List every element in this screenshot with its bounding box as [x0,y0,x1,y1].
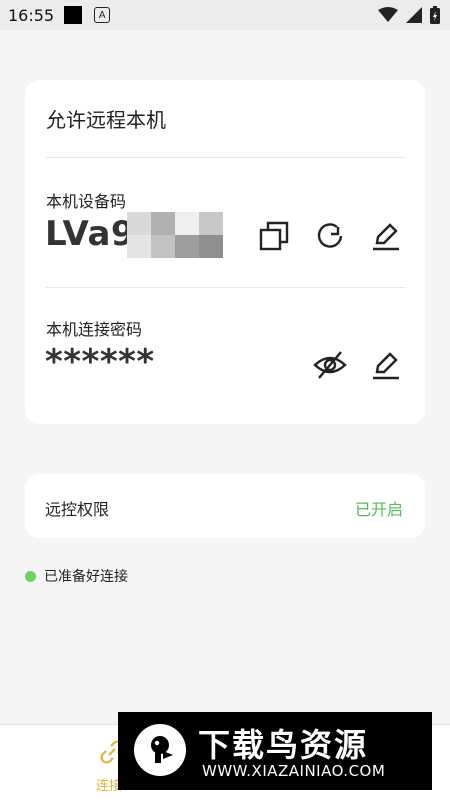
edit-password-button[interactable] [369,348,403,382]
password-label: 本机连接密码 [46,320,143,339]
signal-icon [406,7,422,23]
refresh-icon [317,223,343,248]
device-code-value: LVa9 [45,214,136,254]
device-info-card: 允许远程本机 本机设备码 LVa9 本机连接密码 ****** [25,80,425,424]
watermark-bird-logo-icon [134,724,186,776]
edit-icon [373,352,399,380]
device-code-label: 本机设备码 [46,192,127,211]
divider [46,157,405,158]
status-bar: 16:55 A [0,0,450,30]
eye-off-icon [313,351,347,379]
watermark-url: WWW.XIAZAINIAO.COM [202,762,386,780]
permission-label: 远控权限 [45,500,110,519]
watermark-title: 下载鸟资源 [198,726,369,764]
permission-status[interactable]: 已开启 [355,496,403,520]
toggle-password-visibility-button[interactable] [313,348,347,382]
copy-button[interactable] [257,219,291,253]
copy-icon [259,221,289,251]
status-dot-icon [25,570,36,582]
system-icons [378,6,440,24]
device-code-mosaic [127,212,223,258]
refresh-button[interactable] [313,219,347,253]
watermark-banner: 下载鸟资源 WWW.XIAZAINIAO.COM [118,712,432,790]
divider [46,287,405,288]
notification-square-icon [64,6,83,24]
accessibility-a-icon: A [94,7,111,23]
wifi-icon [378,7,398,22]
card-title: 允许远程本机 [46,108,166,132]
remote-permission-row[interactable]: 远控权限 已开启 [25,474,425,538]
edit-icon [373,223,399,251]
password-value: ****** [45,342,155,382]
connection-status-text: 已准备好连接 [44,569,128,585]
connection-status: 已准备好连接 [25,566,128,586]
battery-icon [430,6,440,24]
edit-device-code-button[interactable] [369,219,403,253]
status-time: 16:55 [8,5,55,25]
